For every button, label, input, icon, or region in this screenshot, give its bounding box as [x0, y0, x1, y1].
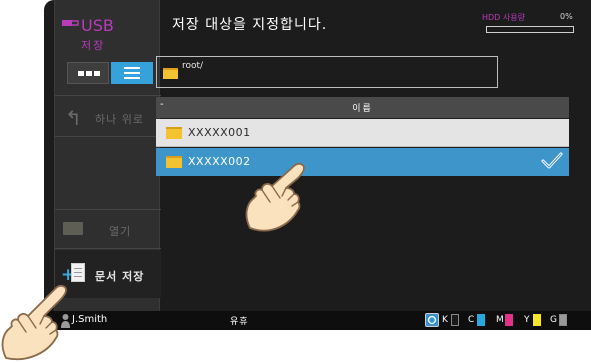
open-label: 열기: [109, 225, 132, 238]
up-one-level-label: 하나 위로: [95, 113, 144, 126]
toner-level-m: [505, 314, 513, 326]
toner-letter: C: [468, 315, 475, 325]
list-item-selected[interactable]: XXXXX002: [156, 148, 569, 176]
current-path-text: root/: [182, 61, 204, 71]
pointing-hand-icon: [1, 284, 67, 361]
divider: [55, 136, 161, 137]
current-path-field: root/: [156, 56, 498, 88]
toner-letter: G: [550, 315, 557, 325]
usb-sublabel: 저장: [81, 39, 106, 52]
hdd-usage-percent: 0%: [560, 12, 573, 21]
folder-icon: [63, 222, 83, 235]
up-arrow-icon: ↰: [65, 106, 82, 130]
column-header-name: 이름: [352, 104, 373, 114]
toner-level-k: [451, 314, 459, 326]
usb-storage-title: USB 저장: [55, 8, 161, 54]
toner-letter: Y: [524, 315, 530, 325]
status-bar: J.Smith 유휴 K C M Y G: [44, 311, 591, 330]
folder-icon: [163, 68, 178, 79]
toner-level-g: [559, 314, 567, 326]
toner-letter: M: [496, 315, 504, 325]
page-title: 저장 대상을 지정합니다.: [172, 17, 328, 33]
list-item-label: XXXXX001: [188, 126, 251, 139]
up-one-level-button[interactable]: ↰ 하나 위로: [55, 98, 161, 138]
save-document-label: 문서 저장: [95, 270, 145, 283]
open-button[interactable]: 열기: [55, 210, 161, 250]
machine-status: 유휴: [230, 317, 249, 327]
document-icon: [71, 263, 85, 282]
hdd-usage-bar: [486, 26, 574, 33]
toner-level-y: [533, 314, 541, 326]
sidebar: USB 저장 ↰ 하나 위로 열기 + 문서 저장: [54, 0, 161, 311]
divider: [55, 95, 161, 96]
folder-icon: [166, 127, 182, 139]
list-item[interactable]: XXXXX001: [156, 119, 569, 147]
view-toggle: [67, 62, 153, 84]
checkmark-icon: [541, 152, 563, 169]
list-header[interactable]: - 이름: [156, 97, 569, 118]
supplies-icon[interactable]: [425, 313, 439, 327]
grid-view-button[interactable]: [67, 62, 109, 84]
folder-icon: [166, 156, 182, 168]
divider: [55, 248, 161, 249]
toner-level-c: [477, 314, 485, 326]
user-name: J.Smith: [72, 314, 108, 325]
usb-icon: [62, 20, 79, 26]
usb-label: USB: [81, 16, 114, 35]
hdd-usage-label: HDD 사용량: [482, 13, 525, 22]
list-view-button[interactable]: [111, 62, 153, 84]
control-panel-screen: USB 저장 ↰ 하나 위로 열기 + 문서 저장 저장 대상을 지정합니다. …: [44, 0, 591, 330]
toner-letter: K: [442, 315, 448, 325]
pointing-hand-icon: [245, 162, 305, 232]
